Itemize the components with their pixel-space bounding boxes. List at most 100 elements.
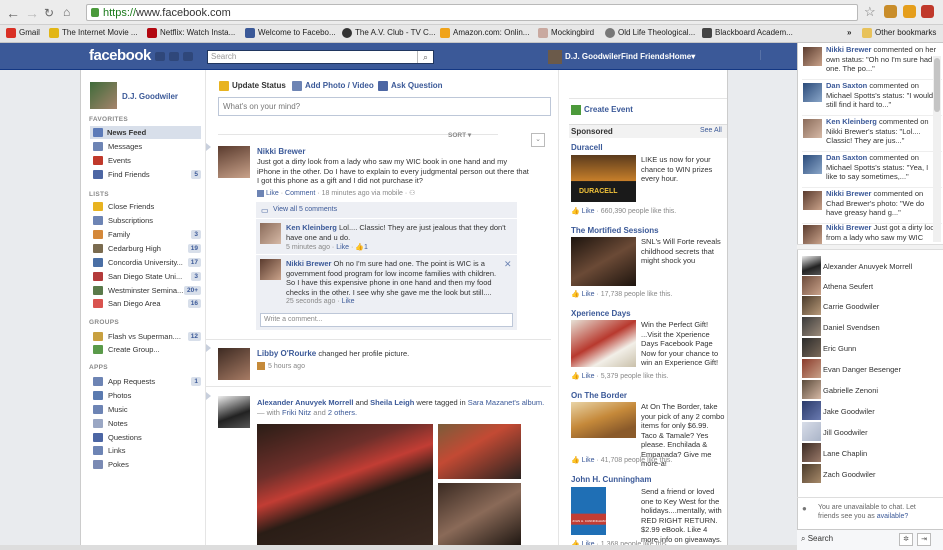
sidebar-item-app-requests[interactable]: App Requests 1 (93, 375, 201, 388)
commenter-picture[interactable] (260, 259, 281, 280)
comment-link[interactable]: Comment (285, 190, 315, 197)
bookmark-avclub[interactable]: The A.V. Club - TV C... (342, 28, 435, 38)
ad-image[interactable] (571, 237, 636, 286)
address-bar[interactable]: https://www.facebook.com (86, 4, 858, 21)
bookmark-amazon[interactable]: Amazon.com: Onlin... (440, 28, 529, 38)
sidebar-item-events[interactable]: Events (93, 154, 204, 167)
avatar[interactable] (803, 83, 822, 102)
ad-image[interactable]: JOHN H. CUNNINGHAM (571, 487, 606, 535)
avatar[interactable] (803, 119, 822, 138)
ad-like-link[interactable]: 👍 Like (571, 291, 595, 298)
commenter-name[interactable]: Ken Kleinberg (286, 223, 337, 232)
album-photo[interactable] (438, 424, 521, 479)
post-author-name[interactable]: Libby O'Rourke (257, 349, 316, 358)
bookmark-blackboard[interactable]: Blackboard Academ... (702, 28, 793, 38)
tagged-person-link[interactable]: Alexander Anuvyek Morrell (257, 398, 353, 407)
messages-icon[interactable] (169, 52, 179, 61)
profile-picture[interactable] (90, 82, 117, 109)
sidebar-item-music[interactable]: Music (93, 403, 204, 416)
chat-settings-icon[interactable]: ✲ (899, 533, 913, 546)
sidebar-item-links[interactable]: Links (93, 444, 204, 457)
view-all-comments-row[interactable]: ▭ View all 5 comments (256, 202, 517, 218)
others-link[interactable]: 2 others. (328, 408, 357, 417)
header-username[interactable]: D.J. Goodwiler (565, 52, 621, 61)
ad-title[interactable]: Xperience Days (571, 309, 631, 318)
amazon-extension-icon[interactable] (903, 5, 916, 18)
chat-friend[interactable]: Evan Danger Besenger (802, 359, 942, 380)
comment-like-count[interactable]: 👍1 (355, 244, 368, 251)
chat-search-input[interactable]: ⌕ Search (801, 534, 833, 544)
sort-dropdown-icon[interactable]: ⌄ (531, 133, 545, 147)
audience-icon[interactable]: ⚇ (409, 190, 415, 197)
bookmark-facebook[interactable]: Welcome to Facebo... (245, 28, 336, 38)
extension-icon[interactable] (884, 5, 897, 18)
sidebar-item-create-group[interactable]: Create Group... (93, 343, 204, 356)
ad-image[interactable] (571, 320, 636, 367)
ad-title[interactable]: John H. Cunningham (571, 475, 651, 484)
sidebar-item-find-friends[interactable]: Find Friends 5 (93, 168, 201, 181)
bookmark-oldlife[interactable]: Old Life Theological... (605, 28, 695, 38)
bookmark-gmail[interactable]: Gmail (6, 28, 40, 38)
ad-image[interactable]: DURACELL (571, 155, 636, 202)
create-event-link[interactable]: Create Event (571, 105, 633, 115)
bookmark-netflix[interactable]: Netflix: Watch Insta... (147, 28, 235, 38)
album-owner-link[interactable]: Sara Mazanet's (468, 398, 520, 407)
album-link[interactable]: album. (522, 398, 545, 407)
tagged-person-link[interactable]: Sheila Leigh (370, 398, 414, 407)
home-icon[interactable]: ⌂ (63, 5, 70, 19)
ticker-item[interactable]: Nikki Brewer commented on Chad Brewer's … (802, 188, 942, 224)
notifications-icon[interactable] (183, 52, 193, 61)
sidebar-item-notes[interactable]: Notes (93, 417, 204, 430)
back-icon[interactable]: ← (6, 5, 20, 21)
sidebar-item-subscriptions[interactable]: Subscriptions (93, 214, 204, 227)
post-author-picture[interactable] (218, 396, 250, 428)
ticker-item[interactable]: Nikki Brewer Just got a dirty look from … (802, 222, 942, 244)
sidebar-item-flash-vs-superman[interactable]: Flash vs Superman.... 12 (93, 330, 201, 343)
post-author-picture[interactable] (218, 146, 250, 178)
sidebar-item-cedarburg-high[interactable]: Cedarburg High 19 (93, 242, 201, 255)
friend-requests-icon[interactable] (155, 52, 165, 61)
facebook-logo[interactable]: facebook (89, 47, 151, 64)
sidebar-item-family[interactable]: Family 3 (93, 228, 201, 241)
comment-like-link[interactable]: Like (342, 298, 355, 305)
avatar[interactable] (803, 47, 822, 66)
ticker-scrollbar-thumb[interactable] (934, 58, 940, 112)
account-menu-icon[interactable]: ▾ (691, 52, 695, 61)
comment-like-link[interactable]: Like (336, 244, 349, 251)
update-status-tab[interactable]: Update Status (219, 81, 286, 91)
other-bookmarks[interactable]: Other bookmarks (862, 28, 936, 38)
like-link[interactable]: Like (266, 190, 279, 197)
search-input[interactable]: Search ⌕ (207, 50, 434, 64)
ad-title[interactable]: Duracell (571, 143, 603, 152)
commenter-picture[interactable] (260, 223, 281, 244)
chat-friend[interactable]: Eric Gunn (802, 338, 942, 359)
view-all-comments-link[interactable]: View all 5 comments (273, 206, 337, 213)
avatar[interactable] (803, 155, 822, 174)
sidebar-item-questions[interactable]: Questions (93, 431, 204, 444)
ad-title[interactable]: On The Border (571, 391, 627, 400)
ad-like-link[interactable]: 👍 Like (571, 373, 595, 380)
search-icon[interactable]: ⌕ (417, 51, 433, 63)
album-photo[interactable] (438, 483, 521, 545)
ad-title[interactable]: The Mortified Sessions (571, 226, 659, 235)
home-link[interactable]: Home (669, 52, 691, 61)
reload-icon[interactable]: ↻ (44, 6, 54, 20)
sidebar-item-photos[interactable]: Photos (93, 389, 204, 402)
ticker-chat-divider[interactable] (797, 244, 943, 250)
chat-friend[interactable]: Alexander Anuvyek Morrell (802, 256, 942, 277)
avatar[interactable] (803, 191, 822, 210)
sidebar-item-sdsu[interactable]: San Diego State Uni... 3 (93, 270, 201, 283)
sidebar-item-concordia[interactable]: Concordia University... 17 (93, 256, 201, 269)
extension-icon[interactable] (921, 5, 934, 18)
avatar[interactable] (548, 50, 562, 64)
ad-image[interactable] (571, 402, 636, 438)
post-author-picture[interactable] (218, 348, 250, 380)
chat-friend[interactable]: Athena Seufert (802, 276, 942, 297)
write-comment-input[interactable]: Write a comment... (260, 313, 513, 327)
forward-icon[interactable]: → (25, 5, 39, 21)
ad-like-link[interactable]: 👍 Like (571, 457, 595, 464)
ad-like-link[interactable]: 👍 Like (571, 208, 595, 215)
horizontal-scrollbar[interactable] (0, 545, 797, 550)
bookmark-mockingbird[interactable]: Mockingbird (538, 28, 594, 38)
find-friends-link[interactable]: Find Friends (621, 52, 669, 61)
